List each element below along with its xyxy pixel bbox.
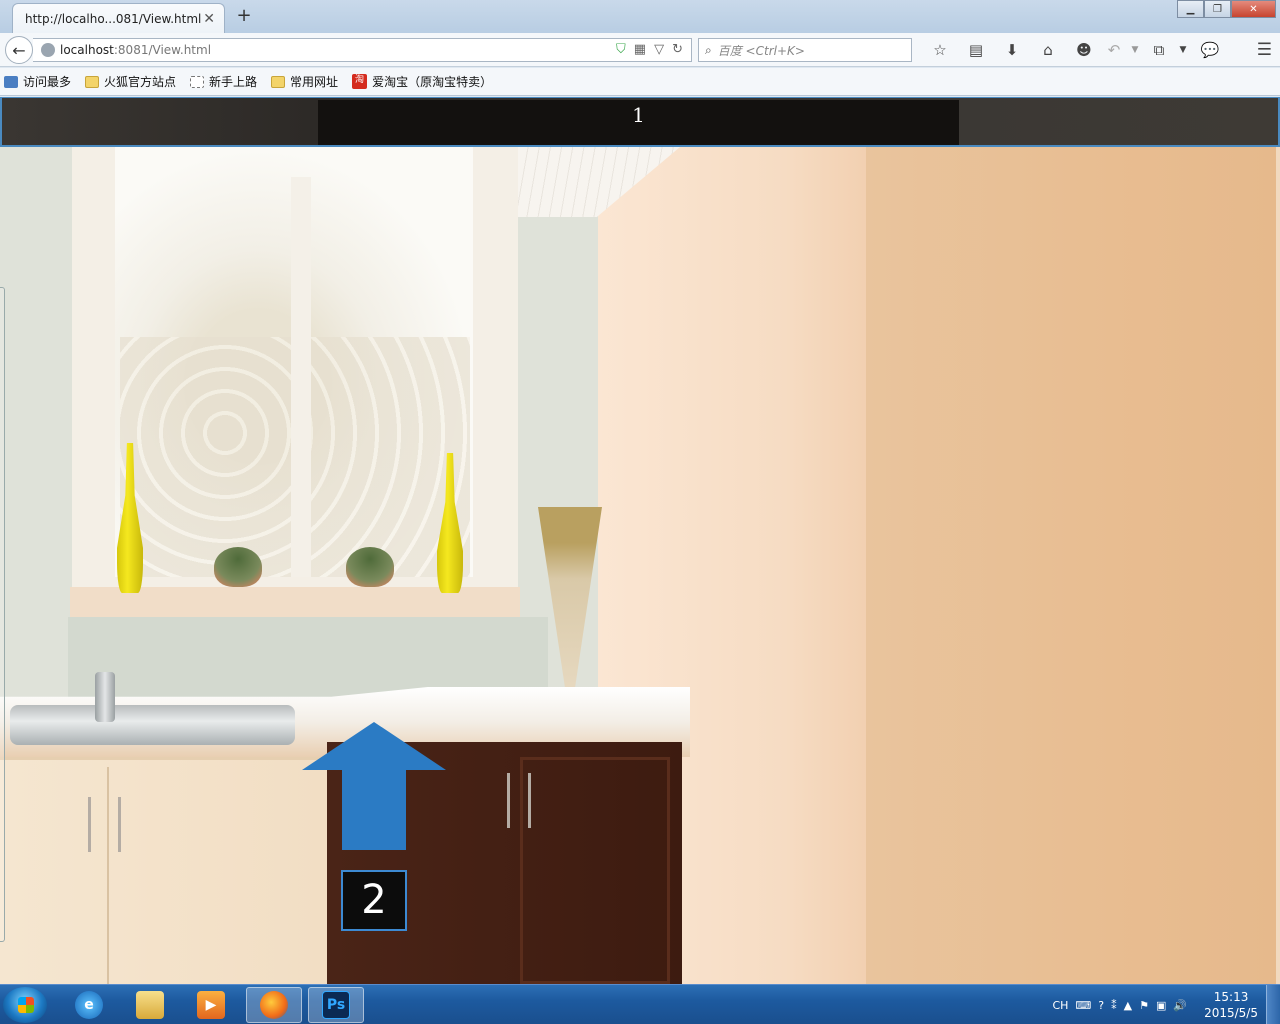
close-window-button[interactable]: ✕ [1231,0,1276,18]
qr-code-icon[interactable]: ▦ [634,42,646,57]
folder-icon [136,991,164,1019]
show-hidden-icons[interactable]: ▲ [1124,999,1132,1012]
bookmark-label: 火狐官方站点 [104,75,177,89]
back-arrow-icon: ← [12,40,26,60]
back-button[interactable]: ← [5,36,33,64]
cabinet-handle [118,797,121,852]
windows-logo-icon [18,997,34,1013]
address-bar-icons: ⛉ ▦ ▽ ↻ [616,42,683,57]
search-input[interactable]: ⌕ 百度 <Ctrl+K> [698,38,912,62]
light-cabinet [0,757,327,984]
cabinet-door [520,757,670,984]
clock-date: 2015/5/5 [1204,1006,1258,1020]
clock[interactable]: 15:13 2015/5/5 [1204,989,1258,1021]
reload-icon[interactable]: ↻ [672,42,683,57]
search-icon: ⌕ [705,42,712,57]
taskbar-app-firefox[interactable] [246,987,302,1023]
minimize-button[interactable]: ▁ [1177,0,1204,18]
cabinet-door-seam [107,767,109,984]
keyboard-icon[interactable]: ⌨ [1075,999,1091,1012]
bookmark-firefox-official[interactable]: 火狐官方站点 [85,73,176,90]
system-tray: CH ⌨ ? ⁑ ▲ ⚑ ▣ 🔊 15:13 2015/5/5 [1052,985,1258,1024]
wall-right [866,147,1276,984]
dropdown-icon[interactable]: ▼ [1174,40,1192,60]
top-strip: 1 [0,97,1280,147]
help-icon[interactable]: ? [1098,999,1104,1012]
bookmark-label: 新手上路 [209,75,258,89]
folder-icon [271,75,286,88]
toolbar: ☆ ▤ ⬇ ⌂ ☻ ↶ ▼ ⧉ ▼ 💬 [922,40,1228,60]
url-path: :8081/View.html [113,43,212,57]
bookmark-label: 访问最多 [23,75,72,89]
photoshop-icon: Ps [322,991,350,1019]
internet-explorer-icon: e [75,991,103,1019]
network-icon[interactable]: ▣ [1156,999,1166,1012]
browser-tab[interactable]: http://localho...081/View.html ✕ [12,3,225,33]
bookmark-getting-started[interactable]: 新手上路 [190,73,257,90]
potted-plant [214,547,262,587]
folder-icon [85,75,100,88]
cabinet-handle [507,773,510,828]
bookmark-aitaobao[interactable]: 淘 爱淘宝（原淘宝特卖） [352,73,492,90]
navigation-bar: ← localhost :8081/View.html ⛉ ▦ ▽ ↻ ⌕ 百度… [0,33,1280,67]
crop-icon[interactable]: ⧉ [1144,40,1174,60]
tab-strip: http://localho...081/View.html ✕ + ▁ ❐ ✕ [0,0,1280,33]
taskbar-app-media[interactable]: ▶ [183,987,239,1023]
page-icon [190,75,205,88]
clock-time: 15:13 [1213,990,1249,1004]
tab-close-icon[interactable]: ✕ [203,11,215,27]
taskbar-app-photoshop[interactable]: Ps [308,987,364,1023]
window-controls: ▁ ❐ ✕ [1177,0,1276,18]
action-center-icon[interactable]: ⚑ [1139,999,1149,1012]
new-tab-button[interactable]: + [234,5,254,26]
address-bar[interactable]: localhost :8081/View.html ⛉ ▦ ▽ ↻ [33,38,692,62]
show-desktop-button[interactable] [1266,985,1280,1024]
potted-plant [346,547,394,587]
cabinet-handle [88,797,91,852]
search-placeholder: 百度 <Ctrl+K> [717,43,805,58]
speech-icon[interactable]: 💬 [1192,40,1228,60]
bookmark-label: 常用网址 [290,75,339,89]
ime-options-icon[interactable]: ⁑ [1111,999,1117,1012]
dropdown-icon[interactable]: ▽ [654,42,664,57]
shield-icon[interactable]: ⛉ [616,42,626,57]
language-indicator[interactable]: CH [1052,999,1068,1012]
undo-icon[interactable]: ↶ [1102,40,1126,60]
side-panel-edge[interactable] [0,287,5,942]
reading-list-icon[interactable]: ▤ [958,40,994,60]
menu-icon[interactable]: ☰ [1257,40,1272,60]
navigation-arrow-icon[interactable] [302,722,446,852]
hotspot-label-2[interactable]: 2 [341,870,407,931]
dropdown-icon[interactable]: ▼ [1126,40,1144,60]
star-icon[interactable]: ☆ [922,40,958,60]
url-host: localhost [60,43,114,57]
most-visited-icon [4,75,18,88]
taobao-icon: 淘 [352,74,368,89]
taskbar-app-explorer[interactable] [122,987,178,1023]
faucet [95,672,115,722]
window-mullion [291,177,311,577]
volume-icon[interactable]: 🔊 [1173,999,1187,1012]
taskbar: e ▶ Ps CH ⌨ ? ⁑ ▲ ⚑ ▣ 🔊 15:13 2015/5/5 [0,984,1280,1024]
sink [10,705,295,745]
bookmarks-bar: 访问最多 火狐官方站点 新手上路 常用网址 淘 爱淘宝（原淘宝特卖） [0,68,1280,96]
download-icon[interactable]: ⬇ [994,40,1030,60]
globe-icon [41,43,55,57]
arrow-shape [302,722,446,850]
bookmark-common-sites[interactable]: 常用网址 [271,73,338,90]
home-icon[interactable]: ⌂ [1030,40,1066,60]
hotspot-label-1[interactable]: 1 [318,100,959,145]
maximize-button[interactable]: ❐ [1204,0,1231,18]
cabinet-handle [528,773,531,828]
chat-icon[interactable]: ☻ [1066,40,1102,60]
start-button[interactable] [3,987,47,1023]
tab-title: http://localho...081/View.html [25,11,202,26]
bookmark-most-visited[interactable]: 访问最多 [4,73,71,90]
bookmark-label: 爱淘宝（原淘宝特卖） [372,75,493,89]
panorama-image[interactable]: 2 [0,147,1276,984]
firefox-icon [260,991,288,1019]
taskbar-app-ie[interactable]: e [61,987,117,1023]
page-viewport: 1 2 [0,97,1280,984]
media-player-icon: ▶ [197,991,225,1019]
